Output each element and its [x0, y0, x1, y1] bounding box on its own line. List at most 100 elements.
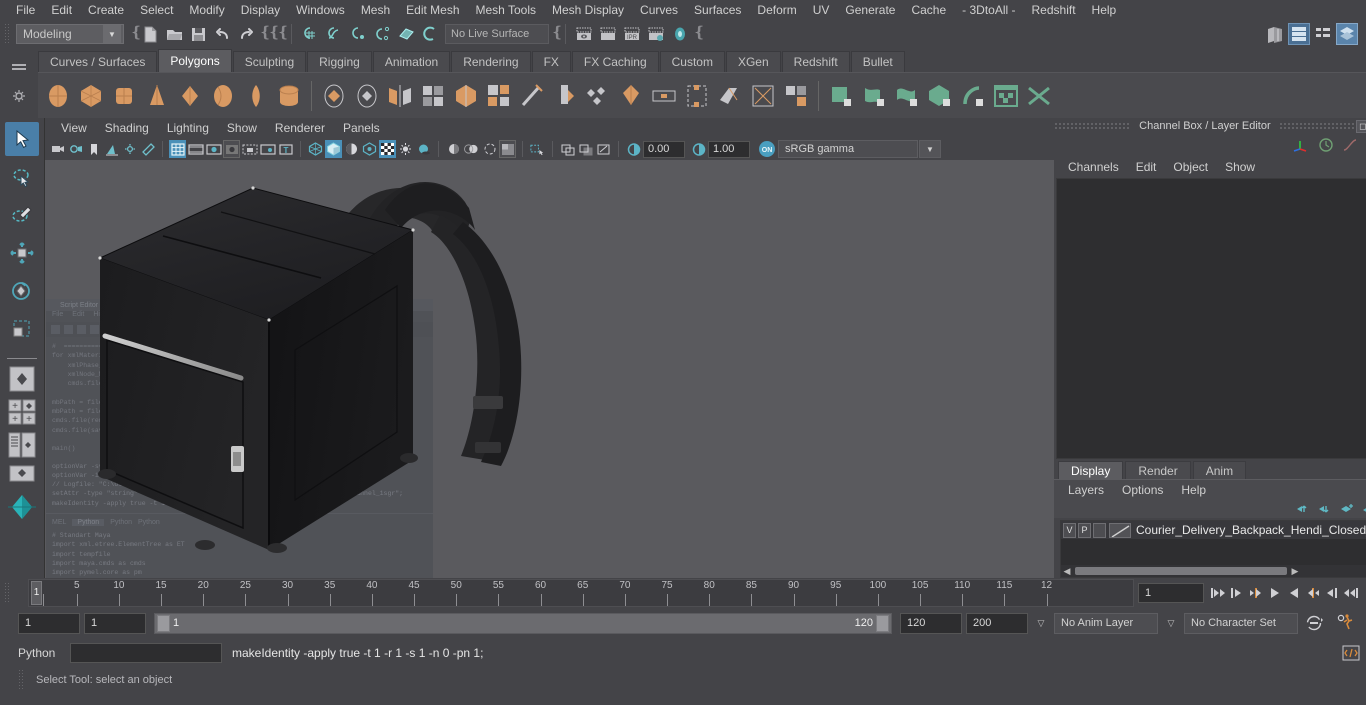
gamma-icon[interactable]: [690, 140, 707, 158]
chevron-down-icon[interactable]: ▼: [103, 25, 121, 43]
menu-item-mesh-tools[interactable]: Mesh Tools: [468, 0, 544, 20]
layer-menu-options[interactable]: Options: [1114, 481, 1171, 499]
chevron-down-icon[interactable]: ▽: [1162, 618, 1180, 629]
range-end-field[interactable]: 120: [900, 612, 962, 634]
menu-item-create[interactable]: Create: [80, 0, 132, 20]
uv-automatic-icon[interactable]: [924, 80, 956, 112]
uv-editor-icon[interactable]: [990, 80, 1022, 112]
scale-tool-icon[interactable]: [5, 312, 39, 346]
layer-color-swatch[interactable]: [1109, 522, 1131, 538]
poly-quad-draw-icon[interactable]: [780, 80, 812, 112]
make-live-icon[interactable]: [419, 23, 441, 45]
shadows-icon[interactable]: [415, 140, 432, 158]
uv-cut-icon[interactable]: [1023, 80, 1055, 112]
use-all-lights-icon[interactable]: [397, 140, 414, 158]
motion-blur-icon[interactable]: [463, 140, 480, 158]
menu-item-redshift[interactable]: Redshift: [1024, 0, 1084, 20]
shelf-tab-sculpting[interactable]: Sculpting: [232, 51, 307, 72]
textured-icon[interactable]: [379, 140, 396, 158]
resolution-gate-icon[interactable]: [205, 140, 222, 158]
new-layer-from-selected-icon[interactable]: [1362, 503, 1366, 515]
menu-item-help[interactable]: Help: [1084, 0, 1125, 20]
grid-toggle-icon[interactable]: [169, 140, 186, 158]
toolbar-grip[interactable]: [4, 23, 10, 45]
layer-playback-toggle[interactable]: P: [1078, 522, 1091, 538]
xray-joints-icon[interactable]: [529, 140, 546, 158]
display-layer-list[interactable]: V P Courier_Delivery_Backpack_Hendi_Clos…: [1060, 520, 1366, 578]
safe-action-icon[interactable]: [259, 140, 276, 158]
shelf-tab-xgen[interactable]: XGen: [725, 51, 781, 72]
channel-menu-edit[interactable]: Edit: [1128, 157, 1165, 177]
shelf-tab-curves-surfaces[interactable]: Curves / Surfaces: [38, 51, 158, 72]
viewport-menu-show[interactable]: Show: [219, 118, 265, 138]
shelf-tab-redshift[interactable]: Redshift: [781, 51, 850, 72]
poly-platonic-icon[interactable]: [273, 80, 305, 112]
time-slider-grip[interactable]: [4, 582, 10, 604]
perspective-viewport[interactable]: Script Editor FileEditHistoryCommandHelp…: [45, 160, 1054, 578]
move-layer-down-icon[interactable]: [1318, 503, 1332, 515]
poly-separate-icon[interactable]: [351, 80, 383, 112]
field-chart-icon[interactable]: [241, 140, 258, 158]
panel-grip[interactable]: [1054, 122, 1132, 130]
viewport-menu-renderer[interactable]: Renderer: [267, 118, 333, 138]
undo-icon[interactable]: [211, 23, 233, 45]
layer-menu-layers[interactable]: Layers: [1060, 481, 1112, 499]
uv-spherical-icon[interactable]: [891, 80, 923, 112]
poly-wedge-icon[interactable]: [615, 80, 647, 112]
hypergraph-persp-layout-icon[interactable]: [4, 464, 40, 484]
clock-icon[interactable]: [1318, 137, 1334, 153]
layer-name[interactable]: Courier_Delivery_Backpack_Hendi_Closed_B: [1131, 523, 1366, 537]
layer-tab-render[interactable]: Render: [1125, 461, 1191, 479]
save-scene-icon[interactable]: [187, 23, 209, 45]
shelf-tab-fx-caching[interactable]: FX Caching: [571, 51, 659, 72]
script-editor-icon[interactable]: [1340, 643, 1362, 663]
scrollbar-thumb[interactable]: [1075, 567, 1287, 575]
layer-display-type-toggle[interactable]: [1093, 522, 1106, 538]
live-surface-field[interactable]: No Live Surface: [445, 24, 549, 44]
gate-mask-icon[interactable]: [223, 140, 240, 158]
panel-title-bar[interactable]: Channel Box / Layer Editor ◻ ✕: [1054, 118, 1366, 134]
undock-icon[interactable]: ◻: [1355, 119, 1366, 133]
shelf-tab-custom[interactable]: Custom: [659, 51, 725, 72]
channel-box-toggle-icon[interactable]: [1312, 23, 1334, 45]
shelf-tab-rigging[interactable]: Rigging: [307, 51, 372, 72]
poly-bridge-icon[interactable]: [549, 80, 581, 112]
wireframe-icon[interactable]: [307, 140, 324, 158]
go-to-end-icon[interactable]: [1341, 583, 1360, 603]
layer-tab-display[interactable]: Display: [1058, 461, 1124, 479]
single-perspective-layout-icon[interactable]: [4, 365, 40, 393]
channel-menu-show[interactable]: Show: [1217, 157, 1263, 177]
poly-duplicate-face-icon[interactable]: [648, 80, 680, 112]
image-plane-icon[interactable]: [103, 140, 120, 158]
poly-connect-icon[interactable]: [681, 80, 713, 112]
animation-start-field[interactable]: 1: [18, 612, 80, 634]
poly-multi-cut-icon[interactable]: [714, 80, 746, 112]
poly-target-weld-icon[interactable]: [747, 80, 779, 112]
uv-cylindrical-icon[interactable]: [858, 80, 890, 112]
xray-active-components-icon[interactable]: [559, 140, 576, 158]
snap-to-view-plane-icon[interactable]: [395, 23, 417, 45]
color-profile-selector[interactable]: sRGB gamma: [778, 140, 918, 158]
select-tool-icon[interactable]: [5, 122, 39, 156]
viewport-grab-icon[interactable]: [595, 140, 612, 158]
two-d-pan-zoom-icon[interactable]: [121, 140, 138, 158]
layer-tab-anim[interactable]: Anim: [1192, 461, 1247, 479]
go-to-start-icon[interactable]: [1208, 583, 1227, 603]
poly-bevel-icon[interactable]: [483, 80, 515, 112]
poly-combine-icon[interactable]: [318, 80, 350, 112]
snap-to-curve-icon[interactable]: [323, 23, 345, 45]
auto-key-icon[interactable]: [1302, 613, 1328, 633]
shelf-tab-animation[interactable]: Animation: [372, 51, 451, 72]
safe-title-icon[interactable]: T: [277, 140, 294, 158]
step-back-frame-icon[interactable]: [1246, 583, 1265, 603]
snap-to-projected-center-icon[interactable]: [371, 23, 393, 45]
anim-layer-selector[interactable]: No Anim Layer: [1054, 612, 1158, 634]
poly-reduce-icon[interactable]: [450, 80, 482, 112]
channel-menu-object[interactable]: Object: [1165, 157, 1216, 177]
menu-item-select[interactable]: Select: [132, 0, 181, 20]
menuset-selector[interactable]: Modeling ▼: [16, 24, 124, 44]
range-start-field[interactable]: 1: [84, 612, 146, 634]
viewport-menu-shading[interactable]: Shading: [97, 118, 157, 138]
shelf-options-gear-icon[interactable]: [12, 89, 26, 106]
smooth-shade-icon[interactable]: [325, 140, 342, 158]
